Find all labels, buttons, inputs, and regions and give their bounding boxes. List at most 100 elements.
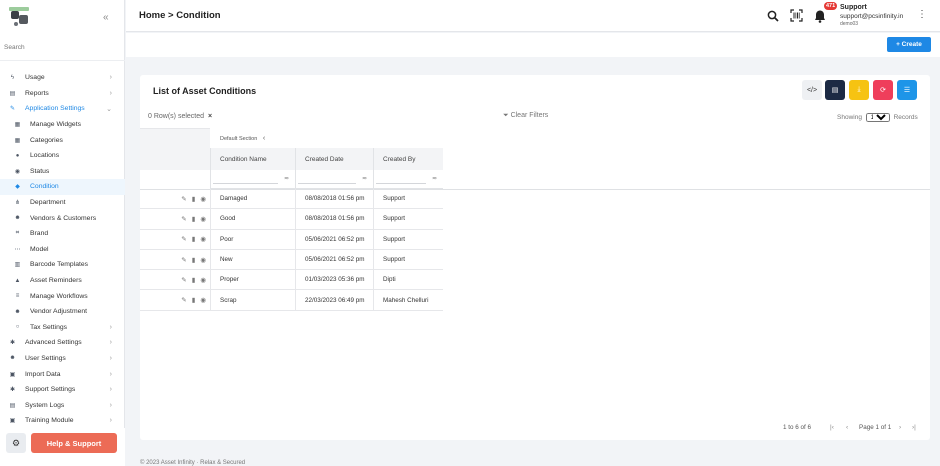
sidebar-item-system-logs[interactable]: ▤ System Logs › bbox=[0, 397, 125, 413]
view-icon[interactable]: ◉ bbox=[200, 276, 206, 284]
sidebar-item-categories[interactable]: ▦ Categories bbox=[0, 132, 125, 148]
filter-icon[interactable]: ≂ bbox=[432, 175, 437, 182]
first-page-icon[interactable]: |‹ bbox=[830, 424, 834, 431]
page-size-select[interactable]: 100 bbox=[865, 113, 890, 122]
table-row[interactable]: ✎ ▮ ◉ New 05/06/2021 06:52 pm Support bbox=[140, 249, 443, 271]
row-actions: ✎ ▮ ◉ bbox=[140, 209, 210, 228]
sidebar-item-locations[interactable]: ● Locations bbox=[0, 148, 125, 164]
table-cell: Damaged bbox=[210, 189, 295, 209]
sidebar-search-input[interactable] bbox=[4, 44, 120, 51]
row-actions: ✎ ▮ ◉ bbox=[140, 189, 210, 208]
code-view-button[interactable]: </> bbox=[802, 80, 822, 100]
column-header[interactable]: Condition Name bbox=[210, 148, 295, 170]
sidebar-item-usage[interactable]: ϟ Usage › bbox=[0, 70, 125, 86]
delete-icon[interactable]: ▮ bbox=[192, 296, 196, 304]
column-filter-input[interactable] bbox=[376, 173, 426, 184]
user-name[interactable]: Support bbox=[840, 4, 867, 11]
more-options-icon[interactable]: ⋮ bbox=[917, 9, 927, 20]
view-icon[interactable]: ◉ bbox=[200, 235, 206, 243]
refresh-button[interactable]: ⟳ bbox=[873, 80, 893, 100]
edit-icon[interactable]: ✎ bbox=[181, 215, 186, 223]
breadcrumb-separator: > bbox=[168, 10, 174, 21]
sidebar-item-brand[interactable]: ⌗ Brand bbox=[0, 226, 125, 242]
view-icon[interactable]: ◉ bbox=[200, 215, 206, 223]
sidebar-item-tax-settings[interactable]: ○ Tax Settings › bbox=[0, 320, 125, 336]
sidebar-item-label: User Settings bbox=[25, 354, 66, 362]
edit-icon[interactable]: ✎ bbox=[181, 235, 186, 243]
document-button[interactable]: ▤ bbox=[825, 80, 845, 100]
cogs-icon: ✱ bbox=[9, 387, 16, 394]
column-header[interactable]: Created Date bbox=[295, 148, 373, 170]
sidebar-item-barcode-templates[interactable]: ▥ Barcode Templates bbox=[0, 257, 125, 273]
last-page-icon[interactable]: ›| bbox=[912, 424, 916, 431]
sidebar-item-import-data[interactable]: ▣ Import Data › bbox=[0, 366, 125, 382]
table-cell: New bbox=[210, 249, 295, 270]
barcode-scan-icon[interactable] bbox=[790, 9, 803, 22]
table-cell: Proper bbox=[210, 270, 295, 290]
search-icon[interactable] bbox=[767, 10, 779, 22]
sidebar-item-asset-reminders[interactable]: ▲ Asset Reminders bbox=[0, 273, 125, 289]
sidebar-item-label: Vendor Adjustment bbox=[30, 308, 88, 316]
column-header[interactable]: Created By bbox=[373, 148, 443, 170]
sidebar: « ϟ Usage › ▤ Reports › ✎ Application Settings ⌄… bbox=[0, 0, 125, 466]
create-button[interactable]: + Create bbox=[887, 37, 931, 52]
chevron-right-icon: › bbox=[109, 370, 112, 378]
filter-icon[interactable]: ≂ bbox=[284, 175, 289, 182]
view-icon[interactable]: ◉ bbox=[200, 195, 206, 203]
column-filter-input[interactable] bbox=[298, 173, 356, 184]
sidebar-item-manage-workflows[interactable]: ≡ Manage Workflows bbox=[0, 288, 125, 304]
table-cell: Poor bbox=[210, 229, 295, 249]
report-icon: ▤ bbox=[9, 90, 16, 97]
chevron-left-icon[interactable]: ‹ bbox=[263, 135, 265, 142]
sidebar-item-reports[interactable]: ▤ Reports › bbox=[0, 86, 125, 102]
clear-filters-button[interactable]: ⏷ Clear Filters bbox=[503, 112, 548, 120]
sidebar-item-user-settings[interactable]: ☻ User Settings › bbox=[0, 351, 125, 367]
delete-icon[interactable]: ▮ bbox=[192, 256, 196, 264]
table-row[interactable]: ✎ ▮ ◉ Scrap 22/03/2023 06:49 pm Mahesh Chellu… bbox=[140, 290, 443, 311]
clear-selection-icon[interactable]: × bbox=[208, 113, 212, 120]
edit-icon[interactable]: ✎ bbox=[181, 195, 186, 203]
table-row[interactable]: ✎ ▮ ◉ Proper 01/03/2023 05:36 pm Dipti bbox=[140, 270, 443, 291]
delete-icon[interactable]: ▮ bbox=[192, 195, 196, 203]
sidebar-item-vendor-adjustment[interactable]: ☻ Vendor Adjustment bbox=[0, 304, 125, 320]
table-row[interactable]: ✎ ▮ ◉ Good 08/08/2018 01:56 pm Support bbox=[140, 209, 443, 230]
delete-icon[interactable]: ▮ bbox=[192, 276, 196, 284]
settings-gear-button[interactable]: ⚙ bbox=[6, 433, 26, 453]
delete-icon[interactable]: ▮ bbox=[192, 235, 196, 243]
next-page-icon[interactable]: › bbox=[899, 424, 901, 431]
filter-icon: ⏷ bbox=[503, 112, 509, 119]
sidebar-item-vendors-customers[interactable]: ☻ Vendors & Customers bbox=[0, 210, 125, 226]
download-button[interactable]: ⤓ bbox=[849, 80, 869, 100]
sidebar-item-manage-widgets[interactable]: ▦ Manage Widgets bbox=[0, 117, 125, 133]
sidebar-item-label: Manage Widgets bbox=[30, 121, 82, 129]
sidebar-item-status[interactable]: ◉ Status bbox=[0, 164, 125, 180]
column-filter-input[interactable] bbox=[213, 173, 278, 184]
sitemap-icon: ⋔ bbox=[14, 200, 21, 207]
breadcrumb-home[interactable]: Home bbox=[139, 10, 165, 21]
table-row[interactable]: ✎ ▮ ◉ Poor 05/06/2021 06:52 pm Support bbox=[140, 229, 443, 250]
sidebar-item-advanced-settings[interactable]: ✱ Advanced Settings › bbox=[0, 335, 125, 351]
sidebar-item-support-settings[interactable]: ✱ Support Settings › bbox=[0, 382, 125, 398]
edit-icon[interactable]: ✎ bbox=[181, 276, 186, 284]
sidebar-item-condition[interactable]: ◆ Condition bbox=[0, 179, 125, 195]
prev-page-icon[interactable]: ‹ bbox=[846, 424, 848, 431]
edit-icon[interactable]: ✎ bbox=[181, 256, 186, 264]
table-row[interactable]: ✎ ▮ ◉ Damaged 08/08/2018 01:56 pm Support bbox=[140, 189, 443, 210]
view-icon[interactable]: ◉ bbox=[200, 296, 206, 304]
list-icon: ☰ bbox=[903, 87, 911, 94]
sidebar-item-model[interactable]: ⋯ Model bbox=[0, 242, 125, 258]
filter-icon[interactable]: ≂ bbox=[362, 175, 367, 182]
collapse-sidebar-icon[interactable]: « bbox=[103, 12, 109, 23]
help-support-button[interactable]: Help & Support bbox=[31, 433, 117, 453]
sidebar-item-label: Tax Settings bbox=[30, 323, 68, 331]
columns-button[interactable]: ☰ bbox=[897, 80, 917, 100]
group-header[interactable]: Default Section ‹ bbox=[220, 135, 265, 142]
breadcrumb: Home > Condition bbox=[139, 10, 221, 21]
sidebar-item-department[interactable]: ⋔ Department bbox=[0, 195, 125, 211]
edit-icon[interactable]: ✎ bbox=[181, 296, 186, 304]
notification-bell-icon[interactable] bbox=[814, 9, 826, 23]
delete-icon[interactable]: ▮ bbox=[192, 215, 196, 223]
sidebar-item-application-settings[interactable]: ✎ Application Settings ⌄ bbox=[0, 101, 125, 117]
sidebar-item-training-module[interactable]: ▣ Training Module › bbox=[0, 413, 125, 429]
view-icon[interactable]: ◉ bbox=[200, 256, 206, 264]
